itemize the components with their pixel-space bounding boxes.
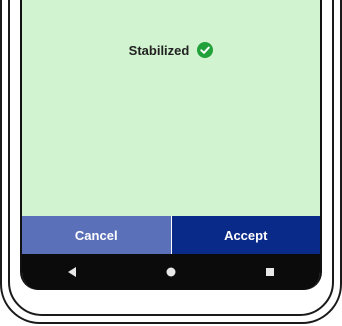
cancel-button[interactable]: Cancel bbox=[22, 216, 172, 254]
device-stage: Stabilized Cancel Accept bbox=[0, 0, 342, 326]
accept-button[interactable]: Accept bbox=[171, 216, 320, 254]
check-circle-icon bbox=[197, 42, 214, 58]
recents-square-icon[interactable] bbox=[250, 257, 290, 287]
action-button-bar: Cancel Accept bbox=[22, 216, 320, 254]
status-text: Stabilized bbox=[128, 42, 190, 58]
system-nav-bar bbox=[22, 254, 320, 290]
back-triangle-icon[interactable] bbox=[52, 257, 92, 287]
status-row: Stabilized bbox=[22, 42, 320, 58]
device-screen: Stabilized Cancel Accept bbox=[20, 0, 322, 290]
home-circle-icon[interactable] bbox=[151, 257, 191, 287]
